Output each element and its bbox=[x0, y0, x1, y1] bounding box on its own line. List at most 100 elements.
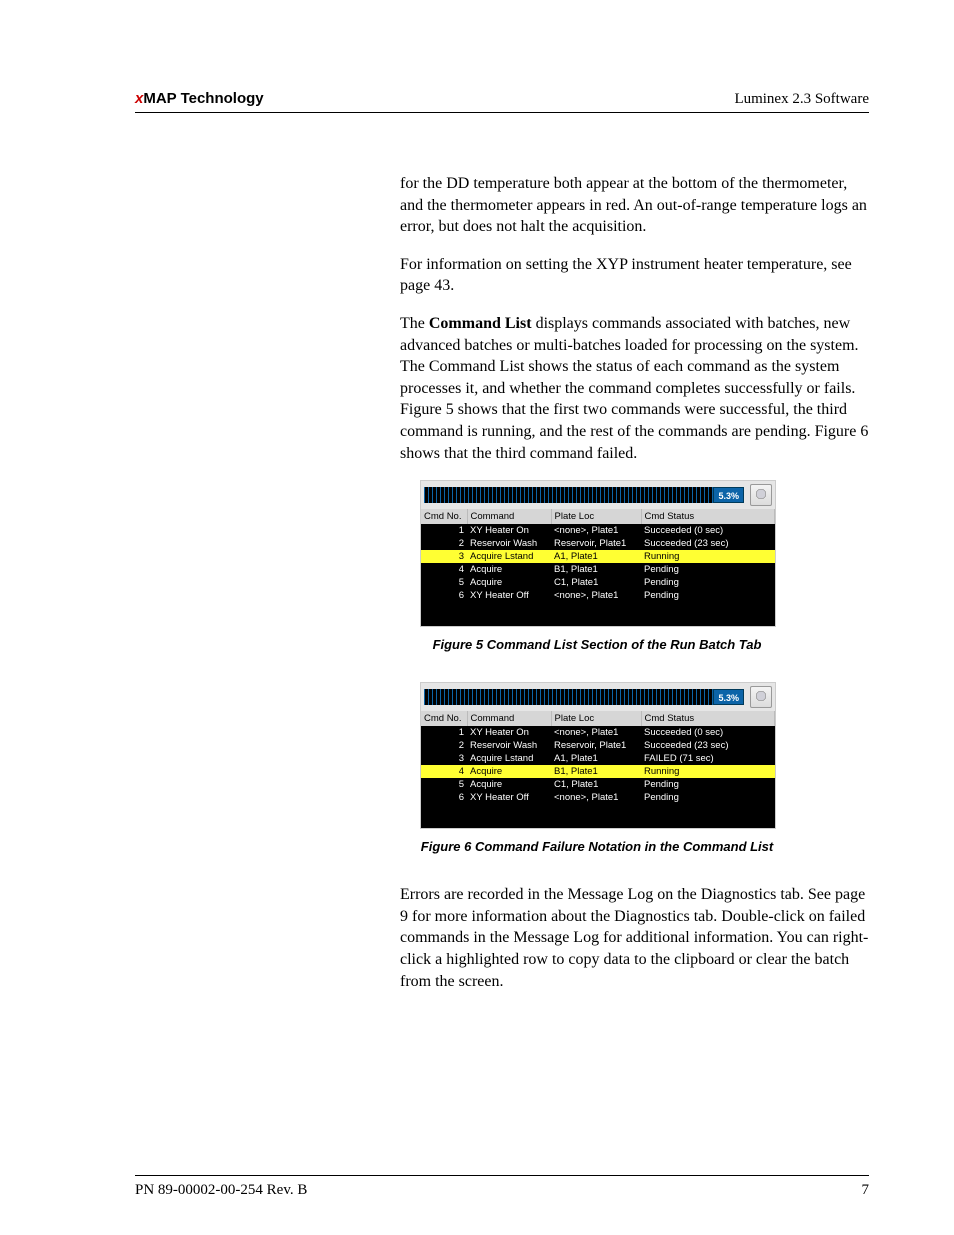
cell-command: Acquire bbox=[467, 765, 551, 778]
progress-row: 5.3% bbox=[421, 683, 775, 711]
cell-command: XY Heater On bbox=[467, 726, 551, 739]
cell-loc: <none>, Plate1 bbox=[551, 524, 641, 537]
cell-status: FAILED (71 sec) bbox=[641, 752, 775, 765]
cell-loc: B1, Plate1 bbox=[551, 765, 641, 778]
table-header-row: Cmd No. Command Plate Loc Cmd Status bbox=[421, 509, 775, 524]
para-3b: displays commands associated with batche… bbox=[400, 315, 868, 462]
para-3: The Command List displays commands assoc… bbox=[400, 313, 869, 464]
footer-page-number: 7 bbox=[862, 1182, 870, 1199]
figure-5-image: 5.3% Cmd No. Command Plate Loc bbox=[420, 480, 776, 627]
cell-status: Pending bbox=[641, 778, 775, 791]
page-header: xMAP Technology Luminex 2.3 Software bbox=[135, 90, 869, 113]
col-cmdno: Cmd No. bbox=[421, 711, 467, 726]
progress-row: 5.3% bbox=[421, 481, 775, 509]
cell-loc: C1, Plate1 bbox=[551, 778, 641, 791]
progress-bar: 5.3% bbox=[424, 689, 744, 705]
progress-pct: 5.3% bbox=[713, 487, 744, 503]
table-row[interactable]: 3Acquire LstandA1, Plate1Running bbox=[421, 550, 775, 563]
cell-command: XY Heater On bbox=[467, 524, 551, 537]
brand-rest: MAP Technology bbox=[143, 90, 263, 107]
cell-status: Running bbox=[641, 550, 775, 563]
command-list-table[interactable]: Cmd No. Command Plate Loc Cmd Status 1XY… bbox=[421, 509, 775, 626]
figure-6-caption: Figure 6 Command Failure Notation in the… bbox=[420, 839, 774, 854]
cell-status: Succeeded (0 sec) bbox=[641, 524, 775, 537]
figure-5-caption: Figure 5 Command List Section of the Run… bbox=[420, 637, 774, 652]
table-row[interactable]: 4AcquireB1, Plate1Pending bbox=[421, 563, 775, 576]
table-row[interactable]: 4AcquireB1, Plate1Running bbox=[421, 765, 775, 778]
header-right: Luminex 2.3 Software bbox=[734, 91, 869, 108]
table-row[interactable]: 1XY Heater On<none>, Plate1Succeeded (0 … bbox=[421, 524, 775, 537]
cell-cmdno: 2 bbox=[421, 537, 467, 550]
cell-command: Reservoir Wash bbox=[467, 739, 551, 752]
cell-cmdno: 6 bbox=[421, 791, 467, 804]
table-row[interactable]: 2Reservoir WashReservoir, Plate1Succeede… bbox=[421, 739, 775, 752]
cell-loc: B1, Plate1 bbox=[551, 563, 641, 576]
stop-button[interactable] bbox=[750, 484, 772, 506]
header-left: xMAP Technology bbox=[135, 90, 264, 107]
para-3a: The bbox=[400, 315, 429, 332]
table-row[interactable]: 6XY Heater Off<none>, Plate1Pending bbox=[421, 589, 775, 602]
col-loc: Plate Loc bbox=[551, 711, 641, 726]
cell-status: Succeeded (0 sec) bbox=[641, 726, 775, 739]
table-row[interactable]: 6XY Heater Off<none>, Plate1Pending bbox=[421, 791, 775, 804]
cell-loc: A1, Plate1 bbox=[551, 752, 641, 765]
cell-command: Acquire bbox=[467, 563, 551, 576]
page-footer: PN 89-00002-00-254 Rev. B 7 bbox=[135, 1175, 869, 1199]
footer-left: PN 89-00002-00-254 Rev. B bbox=[135, 1182, 307, 1199]
cell-cmdno: 3 bbox=[421, 550, 467, 563]
table-row[interactable]: 1XY Heater On<none>, Plate1Succeeded (0 … bbox=[421, 726, 775, 739]
table-row[interactable]: 2Reservoir WashReservoir, Plate1Succeede… bbox=[421, 537, 775, 550]
cell-status: Pending bbox=[641, 589, 775, 602]
cell-cmdno: 3 bbox=[421, 752, 467, 765]
progress-bar: 5.3% bbox=[424, 487, 744, 503]
cell-command: XY Heater Off bbox=[467, 791, 551, 804]
figure-5: 5.3% Cmd No. Command Plate Loc bbox=[420, 480, 774, 652]
cell-command: XY Heater Off bbox=[467, 589, 551, 602]
cell-status: Succeeded (23 sec) bbox=[641, 739, 775, 752]
cell-loc: Reservoir, Plate1 bbox=[551, 537, 641, 550]
cell-cmdno: 1 bbox=[421, 726, 467, 739]
cell-loc: <none>, Plate1 bbox=[551, 791, 641, 804]
cell-cmdno: 4 bbox=[421, 765, 467, 778]
figure-6-image: 5.3% Cmd No. Command Plate Loc bbox=[420, 682, 776, 829]
cell-cmdno: 5 bbox=[421, 576, 467, 589]
table-row[interactable]: 5AcquireC1, Plate1Pending bbox=[421, 576, 775, 589]
cell-loc: <none>, Plate1 bbox=[551, 726, 641, 739]
table-header-row: Cmd No. Command Plate Loc Cmd Status bbox=[421, 711, 775, 726]
cell-command: Acquire Lstand bbox=[467, 752, 551, 765]
cell-loc: C1, Plate1 bbox=[551, 576, 641, 589]
cell-cmdno: 5 bbox=[421, 778, 467, 791]
table-row[interactable]: 5AcquireC1, Plate1Pending bbox=[421, 778, 775, 791]
para-1: for the DD temperature both appear at th… bbox=[400, 173, 869, 238]
cell-status: Pending bbox=[641, 576, 775, 589]
col-command: Command bbox=[467, 509, 551, 524]
cell-cmdno: 4 bbox=[421, 563, 467, 576]
progress-pct: 5.3% bbox=[713, 689, 744, 705]
cell-command: Reservoir Wash bbox=[467, 537, 551, 550]
command-list-table[interactable]: Cmd No. Command Plate Loc Cmd Status 1XY… bbox=[421, 711, 775, 828]
para-3-bold: Command List bbox=[429, 315, 532, 332]
col-command: Command bbox=[467, 711, 551, 726]
para-4: Errors are recorded in the Message Log o… bbox=[400, 884, 869, 992]
cell-cmdno: 6 bbox=[421, 589, 467, 602]
col-status: Cmd Status bbox=[641, 711, 775, 726]
cell-command: Acquire bbox=[467, 576, 551, 589]
cell-command: Acquire bbox=[467, 778, 551, 791]
stop-icon bbox=[755, 488, 767, 503]
para-2: For information on setting the XYP instr… bbox=[400, 254, 869, 297]
col-status: Cmd Status bbox=[641, 509, 775, 524]
cell-cmdno: 1 bbox=[421, 524, 467, 537]
table-row-blank bbox=[421, 804, 775, 828]
stop-button[interactable] bbox=[750, 686, 772, 708]
cell-loc: Reservoir, Plate1 bbox=[551, 739, 641, 752]
table-row-blank bbox=[421, 602, 775, 626]
cell-status: Pending bbox=[641, 563, 775, 576]
cell-status: Pending bbox=[641, 791, 775, 804]
col-loc: Plate Loc bbox=[551, 509, 641, 524]
cell-cmdno: 2 bbox=[421, 739, 467, 752]
cell-command: Acquire Lstand bbox=[467, 550, 551, 563]
table-row[interactable]: 3Acquire LstandA1, Plate1FAILED (71 sec) bbox=[421, 752, 775, 765]
stop-icon bbox=[755, 690, 767, 705]
cell-status: Running bbox=[641, 765, 775, 778]
cell-status: Succeeded (23 sec) bbox=[641, 537, 775, 550]
